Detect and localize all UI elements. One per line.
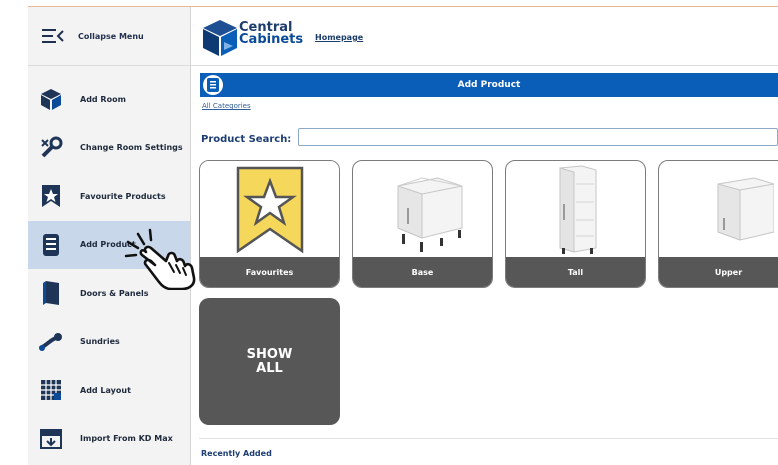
brand-line-2: Cabinets	[239, 32, 304, 47]
category-card-favourites[interactable]: Favourites	[199, 160, 340, 288]
tall-cabinet-icon	[559, 165, 596, 254]
card-caption: Upper	[659, 257, 778, 287]
layout-grid-icon	[38, 377, 64, 403]
collapse-menu-label: Collapse Menu	[78, 31, 144, 41]
add-product-icon	[38, 232, 64, 258]
category-card-tall[interactable]: Tall	[505, 160, 646, 288]
homepage-link[interactable]: Homepage	[315, 33, 363, 42]
sundries-icon	[38, 329, 64, 355]
section-divider	[199, 438, 778, 439]
card-image	[506, 161, 645, 259]
collapse-menu-button[interactable]: Collapse Menu	[28, 7, 190, 66]
category-card-base[interactable]: Base	[352, 160, 493, 288]
app-header: Central Cabinets Homepage	[191, 7, 778, 66]
sidebar-item-label: Doors & Panels	[80, 288, 149, 298]
card-image	[659, 161, 778, 259]
door-panel-icon	[38, 280, 64, 306]
sidebar-item-label: Favourite Products	[80, 191, 166, 201]
recently-added-heading: Recently Added	[201, 449, 272, 458]
card-caption: Tall	[506, 257, 645, 287]
room-settings-icon	[38, 135, 64, 161]
main-content: Add Product All Categories Product Searc…	[191, 66, 778, 465]
brand-name: Central Cabinets	[239, 21, 304, 47]
collapse-menu-icon	[42, 29, 64, 43]
sidebar-item-sundries[interactable]: Sundries	[28, 318, 190, 367]
sidebar-item-favourite-products[interactable]: Favourite Products	[28, 172, 190, 221]
click-pointer-hand-icon	[124, 228, 196, 290]
star-ribbon-icon	[38, 183, 64, 209]
card-image	[353, 161, 492, 259]
upper-cabinet-icon	[717, 177, 774, 241]
category-card-upper[interactable]: Upper	[658, 160, 778, 288]
card-caption: Favourites	[200, 257, 339, 287]
add-product-title-bar: Add Product	[200, 73, 778, 97]
sidebar-item-label: Import From KD Max	[80, 434, 173, 444]
product-search-input[interactable]	[298, 128, 778, 146]
show-all-line-2: ALL	[256, 360, 283, 376]
cube-icon	[38, 86, 64, 112]
sidebar-item-import-kd-max[interactable]: Import From KD Max	[28, 415, 190, 464]
card-caption: Base	[353, 257, 492, 287]
sidebar-item-label: Add Room	[80, 94, 126, 104]
base-cabinet-icon	[397, 176, 462, 252]
sidebar-item-change-room-settings[interactable]: Change Room Settings	[28, 124, 190, 173]
breadcrumb-all-categories[interactable]: All Categories	[202, 102, 251, 110]
central-cabinets-logo	[203, 20, 237, 56]
star-ribbon-icon	[236, 166, 303, 254]
card-image	[200, 161, 339, 259]
sidebar-item-label: Change Room Settings	[80, 143, 183, 153]
page-title: Add Product	[457, 80, 521, 90]
product-search-label: Product Search:	[201, 134, 292, 145]
sidebar-item-add-room[interactable]: Add Room	[28, 75, 190, 124]
sidebar-item-label: Sundries	[80, 337, 120, 347]
sidebar-item-add-layout[interactable]: Add Layout	[28, 366, 190, 415]
kd-max-import-icon	[38, 426, 64, 452]
sidebar-item-label: Add Layout	[80, 385, 131, 395]
show-all-button[interactable]: SHOW ALL	[199, 298, 340, 425]
show-all-line-1: SHOW	[246, 346, 293, 362]
